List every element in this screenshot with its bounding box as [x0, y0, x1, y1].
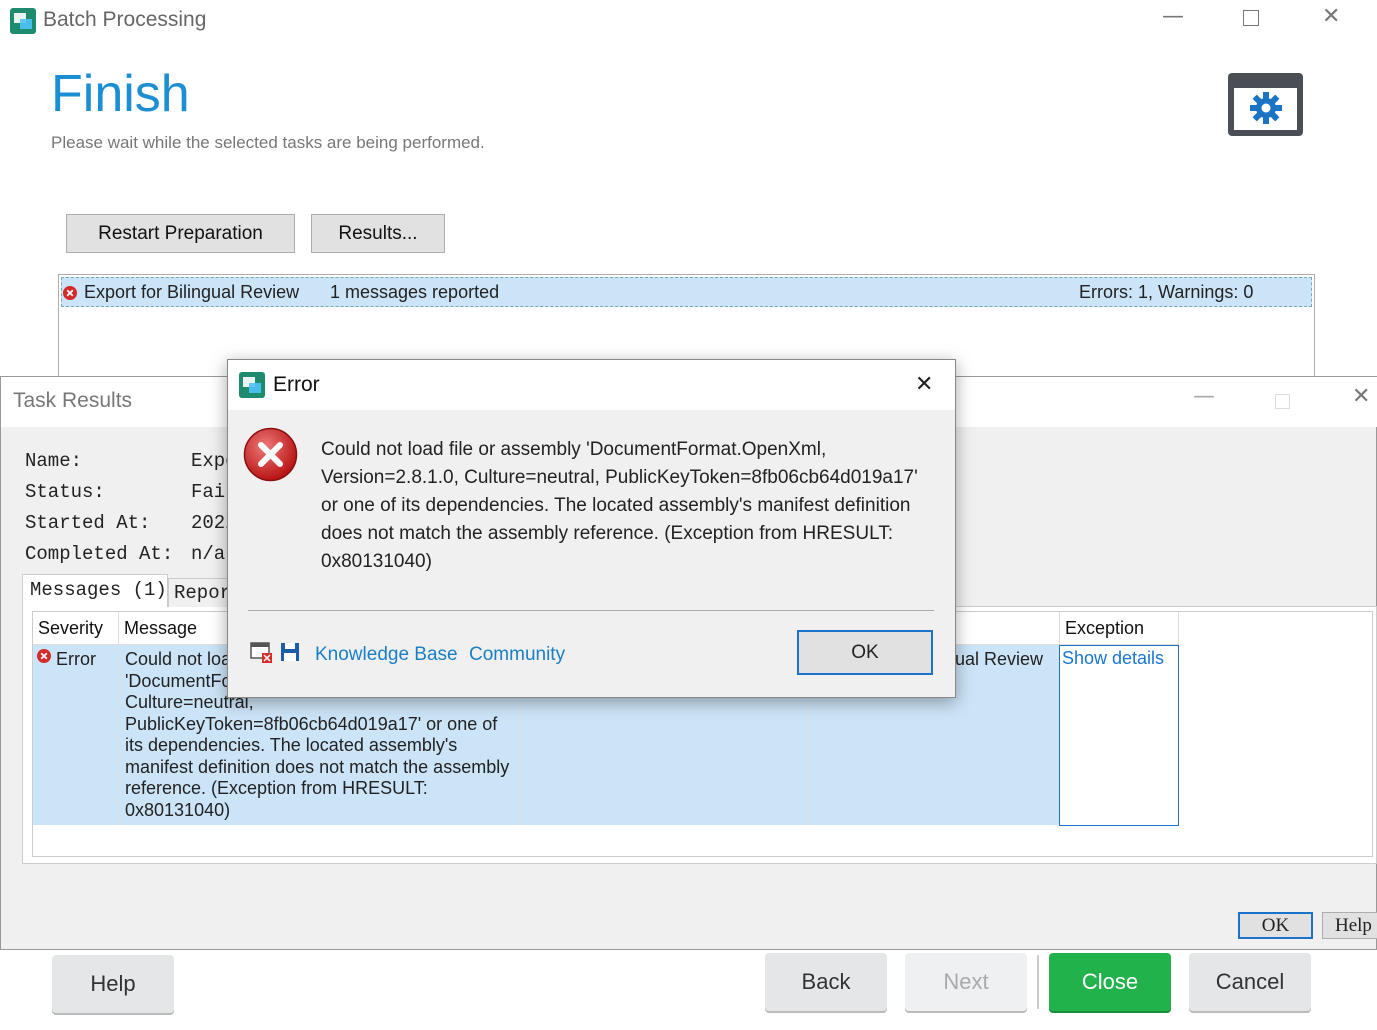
ok-button[interactable]: OK — [1238, 912, 1313, 939]
close-icon[interactable]: ✕ — [915, 371, 933, 397]
gear-icon — [1250, 92, 1282, 124]
back-button[interactable]: Back — [765, 953, 887, 1011]
started-label: Started At: — [25, 512, 151, 534]
status-value: Fai — [191, 481, 226, 503]
task-name: Export for Bilingual Review — [84, 282, 300, 302]
error-dialog-titlebar — [228, 360, 955, 410]
column-header-message[interactable]: Message — [124, 618, 197, 639]
knowledge-base-link[interactable]: Knowledge Base — [315, 644, 458, 666]
restart-preparation-button[interactable]: Restart Preparation — [66, 214, 295, 253]
page-title: Finish — [51, 65, 190, 123]
completed-label: Completed At: — [25, 543, 174, 565]
column-divider — [1178, 612, 1179, 645]
error-icon — [243, 427, 298, 482]
maximize-button[interactable] — [1243, 10, 1259, 26]
row-severity: Error — [56, 649, 96, 669]
task-error-summary: Errors: 1, Warnings: 0 — [1079, 282, 1254, 302]
window-title: Batch Processing — [43, 8, 207, 31]
app-icon — [10, 8, 36, 34]
task-results-title: Task Results — [13, 389, 133, 412]
help-button[interactable]: Help — [52, 955, 174, 1013]
save-icon[interactable] — [280, 642, 300, 662]
settings-tile — [1228, 73, 1303, 136]
next-button[interactable]: Next — [905, 953, 1027, 1011]
column-divider — [1059, 612, 1060, 645]
row-origin: ual Review — [955, 649, 1044, 669]
help-button[interactable]: Help — [1322, 912, 1377, 939]
copy-icon[interactable] — [250, 642, 274, 664]
close-window-button[interactable]: ✕ — [1322, 4, 1340, 29]
column-header-exception[interactable]: Exception — [1065, 618, 1144, 639]
tab-messages[interactable]: Messages (1) — [22, 574, 168, 607]
exception-cell — [1059, 645, 1179, 826]
close-window-button[interactable]: ✕ — [1352, 384, 1370, 409]
dialog-separator — [248, 610, 934, 611]
error-message: Could not load file or assembly 'Documen… — [321, 439, 918, 572]
task-messages-count: 1 messages reported — [330, 282, 500, 302]
cancel-button[interactable]: Cancel — [1189, 953, 1311, 1011]
close-button[interactable]: Close — [1049, 953, 1171, 1011]
minimize-button[interactable]: — — [1162, 4, 1184, 29]
name-label: Name: — [25, 450, 83, 472]
status-label: Status: — [25, 481, 105, 503]
results-button[interactable]: Results... — [311, 214, 445, 253]
app-icon — [239, 372, 265, 398]
show-details-link[interactable]: Show details — [1062, 648, 1164, 669]
community-link[interactable]: Community — [469, 644, 565, 666]
column-header-severity[interactable]: Severity — [38, 618, 103, 639]
error-icon — [37, 649, 51, 663]
page-subtitle: Please wait while the selected tasks are… — [51, 133, 485, 152]
completed-value: n/a — [191, 543, 226, 565]
maximize-button[interactable] — [1275, 394, 1290, 409]
button-separator — [1037, 955, 1039, 1009]
error-dialog-title: Error — [273, 373, 320, 396]
ok-button[interactable]: OK — [797, 630, 933, 675]
error-icon — [63, 286, 77, 300]
minimize-button[interactable]: — — [1193, 384, 1215, 409]
